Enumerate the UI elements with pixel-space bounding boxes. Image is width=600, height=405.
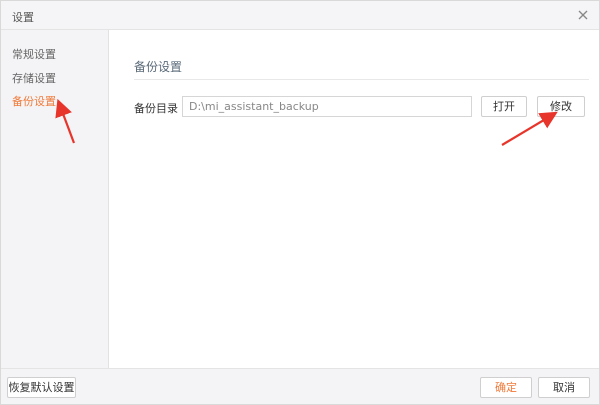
open-folder-button[interactable]: 打开 (481, 96, 527, 117)
restore-defaults-button[interactable]: 恢复默认设置 (7, 377, 76, 398)
close-button[interactable] (573, 5, 593, 25)
title-bar: 设置 (1, 1, 599, 30)
backup-dir-field[interactable]: D:\mi_assistant_backup (182, 96, 472, 117)
sidebar-item-storage[interactable]: 存储设置 (12, 70, 56, 86)
modify-folder-button[interactable]: 修改 (537, 96, 585, 117)
section-title: 备份设置 (134, 60, 183, 74)
settings-sidebar: 常规设置 存储设置 备份设置 (1, 30, 109, 368)
window-title: 设置 (12, 11, 34, 24)
confirm-button[interactable]: 确定 (480, 377, 532, 398)
backup-settings-panel: 备份设置 备份目录 D:\mi_assistant_backup 打开 修改 (110, 30, 599, 368)
cancel-button[interactable]: 取消 (538, 377, 590, 398)
backup-dir-label: 备份目录 (134, 102, 178, 115)
section-divider (134, 79, 589, 80)
close-icon (578, 10, 588, 20)
dialog-footer: 恢复默认设置 确定 取消 (1, 368, 599, 404)
settings-dialog: 设置 常规设置 存储设置 备份设置 备份设置 备份目录 D:\mi_assist… (0, 0, 600, 405)
sidebar-item-backup[interactable]: 备份设置 (12, 93, 56, 109)
sidebar-item-general[interactable]: 常规设置 (12, 46, 56, 62)
